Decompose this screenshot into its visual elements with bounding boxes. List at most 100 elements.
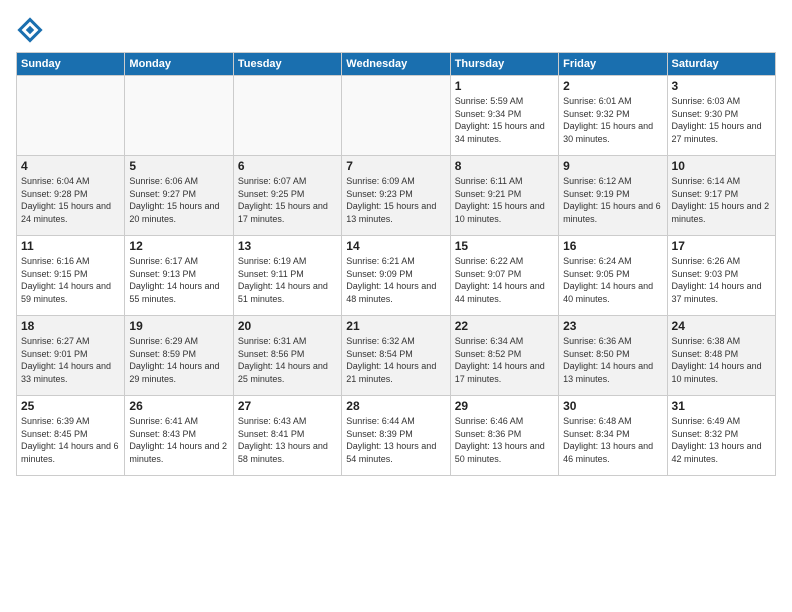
- day-info: Sunrise: 6:26 AMSunset: 9:03 PMDaylight:…: [672, 255, 771, 305]
- day-info: Sunrise: 6:38 AMSunset: 8:48 PMDaylight:…: [672, 335, 771, 385]
- day-info: Sunrise: 6:16 AMSunset: 9:15 PMDaylight:…: [21, 255, 120, 305]
- weekday-header-saturday: Saturday: [667, 53, 775, 76]
- day-info: Sunrise: 6:44 AMSunset: 8:39 PMDaylight:…: [346, 415, 445, 465]
- calendar-cell-w2d1: 12Sunrise: 6:17 AMSunset: 9:13 PMDayligh…: [125, 236, 233, 316]
- day-number: 2: [563, 79, 662, 93]
- calendar-cell-w1d4: 8 Sunrise: 6:11 AMSunset: 9:21 PMDaylight…: [450, 156, 558, 236]
- calendar-cell-w2d2: 13 Sunrise: 6:19 AMSunset: 9:11 PMDayligh…: [233, 236, 341, 316]
- day-number: 3: [672, 79, 771, 93]
- calendar-cell-w4d3: 28 Sunrise: 6:44 AMSunset: 8:39 PMDayligh…: [342, 396, 450, 476]
- calendar-cell-w0d4: 1 Sunrise: 5:59 AMSunset: 9:34 PMDaylight…: [450, 76, 558, 156]
- calendar-cell-w2d3: 14Sunrise: 6:21 AMSunset: 9:09 PMDayligh…: [342, 236, 450, 316]
- weekday-header-tuesday: Tuesday: [233, 53, 341, 76]
- day-info: Sunrise: 6:17 AMSunset: 9:13 PMDaylight:…: [129, 255, 228, 305]
- weekday-header-monday: Monday: [125, 53, 233, 76]
- day-info: Sunrise: 6:01 AMSunset: 9:32 PMDaylight:…: [563, 95, 662, 145]
- calendar-cell-w0d5: 2 Sunrise: 6:01 AMSunset: 9:32 PMDaylight…: [559, 76, 667, 156]
- day-number: 8: [455, 159, 554, 173]
- calendar-cell-w1d1: 5 Sunrise: 6:06 AMSunset: 9:27 PMDaylight…: [125, 156, 233, 236]
- day-number: 27: [238, 399, 337, 413]
- calendar-cell-w3d1: 19 Sunrise: 6:29 AMSunset: 8:59 PMDayligh…: [125, 316, 233, 396]
- day-info: Sunrise: 6:22 AMSunset: 9:07 PMDaylight:…: [455, 255, 554, 305]
- day-info: Sunrise: 6:43 AMSunset: 8:41 PMDaylight:…: [238, 415, 337, 465]
- calendar-cell-w1d5: 9 Sunrise: 6:12 AMSunset: 9:19 PMDaylight…: [559, 156, 667, 236]
- day-number: 11: [21, 239, 120, 253]
- calendar-cell-w3d3: 21 Sunrise: 6:32 AMSunset: 8:54 PMDayligh…: [342, 316, 450, 396]
- day-number: 4: [21, 159, 120, 173]
- calendar-cell-w4d5: 30 Sunrise: 6:48 AMSunset: 8:34 PMDayligh…: [559, 396, 667, 476]
- day-info: Sunrise: 5:59 AMSunset: 9:34 PMDaylight:…: [455, 95, 554, 145]
- calendar-cell-w3d0: 18 Sunrise: 6:27 AMSunset: 9:01 PMDayligh…: [17, 316, 125, 396]
- calendar-cell-w0d2: [233, 76, 341, 156]
- logo-icon: [16, 16, 44, 44]
- calendar-cell-w2d0: 11 Sunrise: 6:16 AMSunset: 9:15 PMDayligh…: [17, 236, 125, 316]
- calendar-cell-w1d3: 7 Sunrise: 6:09 AMSunset: 9:23 PMDaylight…: [342, 156, 450, 236]
- day-info: Sunrise: 6:07 AMSunset: 9:25 PMDaylight:…: [238, 175, 337, 225]
- calendar-cell-w4d2: 27 Sunrise: 6:43 AMSunset: 8:41 PMDayligh…: [233, 396, 341, 476]
- day-info: Sunrise: 6:06 AMSunset: 9:27 PMDaylight:…: [129, 175, 228, 225]
- calendar-cell-w1d0: 4 Sunrise: 6:04 AMSunset: 9:28 PMDaylight…: [17, 156, 125, 236]
- calendar-cell-w2d4: 15 Sunrise: 6:22 AMSunset: 9:07 PMDayligh…: [450, 236, 558, 316]
- calendar-cell-w4d1: 26 Sunrise: 6:41 AMSunset: 8:43 PMDayligh…: [125, 396, 233, 476]
- day-info: Sunrise: 6:11 AMSunset: 9:21 PMDaylight:…: [455, 175, 554, 225]
- calendar-cell-w0d6: 3Sunrise: 6:03 AMSunset: 9:30 PMDaylight…: [667, 76, 775, 156]
- day-number: 6: [238, 159, 337, 173]
- weekday-header-sunday: Sunday: [17, 53, 125, 76]
- calendar-cell-w3d5: 23 Sunrise: 6:36 AMSunset: 8:50 PMDayligh…: [559, 316, 667, 396]
- day-info: Sunrise: 6:27 AMSunset: 9:01 PMDaylight:…: [21, 335, 120, 385]
- day-info: Sunrise: 6:24 AMSunset: 9:05 PMDaylight:…: [563, 255, 662, 305]
- day-info: Sunrise: 6:14 AMSunset: 9:17 PMDaylight:…: [672, 175, 771, 225]
- day-info: Sunrise: 6:29 AMSunset: 8:59 PMDaylight:…: [129, 335, 228, 385]
- day-number: 5: [129, 159, 228, 173]
- day-info: Sunrise: 6:31 AMSunset: 8:56 PMDaylight:…: [238, 335, 337, 385]
- calendar-cell-w2d5: 16 Sunrise: 6:24 AMSunset: 9:05 PMDayligh…: [559, 236, 667, 316]
- day-number: 1: [455, 79, 554, 93]
- day-info: Sunrise: 6:41 AMSunset: 8:43 PMDaylight:…: [129, 415, 228, 465]
- day-number: 7: [346, 159, 445, 173]
- day-info: Sunrise: 6:32 AMSunset: 8:54 PMDaylight:…: [346, 335, 445, 385]
- calendar-cell-w0d3: [342, 76, 450, 156]
- day-number: 13: [238, 239, 337, 253]
- day-number: 19: [129, 319, 228, 333]
- day-number: 23: [563, 319, 662, 333]
- day-info: Sunrise: 6:48 AMSunset: 8:34 PMDaylight:…: [563, 415, 662, 465]
- page-header: [16, 16, 776, 44]
- calendar-cell-w3d6: 24 Sunrise: 6:38 AMSunset: 8:48 PMDayligh…: [667, 316, 775, 396]
- weekday-header-friday: Friday: [559, 53, 667, 76]
- day-number: 22: [455, 319, 554, 333]
- day-info: Sunrise: 6:12 AMSunset: 9:19 PMDaylight:…: [563, 175, 662, 225]
- calendar-cell-w0d0: [17, 76, 125, 156]
- calendar-table: SundayMondayTuesdayWednesdayThursdayFrid…: [16, 52, 776, 476]
- day-number: 21: [346, 319, 445, 333]
- day-number: 25: [21, 399, 120, 413]
- day-number: 14: [346, 239, 445, 253]
- calendar-cell-w2d6: 17Sunrise: 6:26 AMSunset: 9:03 PMDayligh…: [667, 236, 775, 316]
- logo: [16, 16, 48, 44]
- day-number: 30: [563, 399, 662, 413]
- day-info: Sunrise: 6:04 AMSunset: 9:28 PMDaylight:…: [21, 175, 120, 225]
- weekday-header-wednesday: Wednesday: [342, 53, 450, 76]
- day-info: Sunrise: 6:09 AMSunset: 9:23 PMDaylight:…: [346, 175, 445, 225]
- day-number: 28: [346, 399, 445, 413]
- day-number: 18: [21, 319, 120, 333]
- day-number: 10: [672, 159, 771, 173]
- day-number: 9: [563, 159, 662, 173]
- day-number: 16: [563, 239, 662, 253]
- day-number: 26: [129, 399, 228, 413]
- day-info: Sunrise: 6:49 AMSunset: 8:32 PMDaylight:…: [672, 415, 771, 465]
- calendar-cell-w4d4: 29 Sunrise: 6:46 AMSunset: 8:36 PMDayligh…: [450, 396, 558, 476]
- day-number: 15: [455, 239, 554, 253]
- calendar-cell-w3d2: 20Sunrise: 6:31 AMSunset: 8:56 PMDayligh…: [233, 316, 341, 396]
- calendar-cell-w4d0: 25 Sunrise: 6:39 AMSunset: 8:45 PMDayligh…: [17, 396, 125, 476]
- calendar-cell-w3d4: 22Sunrise: 6:34 AMSunset: 8:52 PMDayligh…: [450, 316, 558, 396]
- day-info: Sunrise: 6:39 AMSunset: 8:45 PMDaylight:…: [21, 415, 120, 465]
- day-info: Sunrise: 6:46 AMSunset: 8:36 PMDaylight:…: [455, 415, 554, 465]
- weekday-header-thursday: Thursday: [450, 53, 558, 76]
- day-number: 29: [455, 399, 554, 413]
- day-info: Sunrise: 6:36 AMSunset: 8:50 PMDaylight:…: [563, 335, 662, 385]
- day-info: Sunrise: 6:19 AMSunset: 9:11 PMDaylight:…: [238, 255, 337, 305]
- calendar-cell-w4d6: 31 Sunrise: 6:49 AMSunset: 8:32 PMDayligh…: [667, 396, 775, 476]
- day-number: 31: [672, 399, 771, 413]
- day-number: 24: [672, 319, 771, 333]
- calendar-cell-w1d2: 6 Sunrise: 6:07 AMSunset: 9:25 PMDaylight…: [233, 156, 341, 236]
